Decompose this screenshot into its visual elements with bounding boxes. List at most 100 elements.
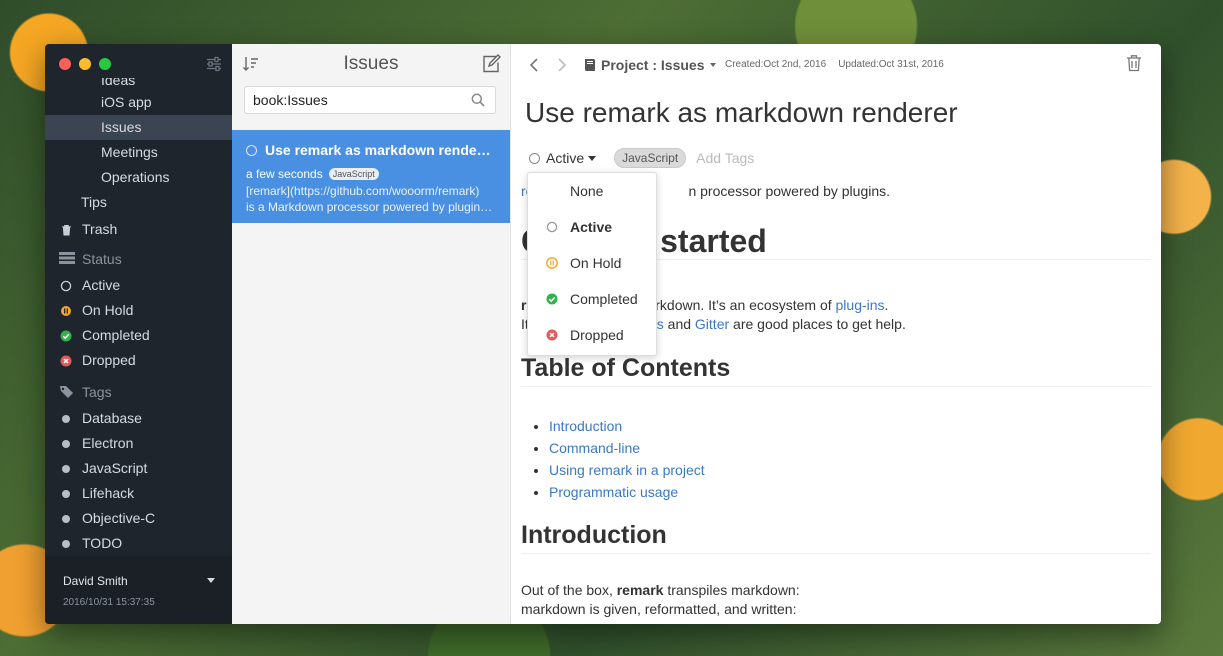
tag-label: Electron xyxy=(82,435,134,451)
tags-section-header: Tags xyxy=(45,377,232,406)
sidebar-item-label: Ideas xyxy=(101,78,136,88)
status-option-completed[interactable]: Completed xyxy=(528,281,656,317)
option-label: Active xyxy=(570,219,613,235)
close-window-button[interactable] xyxy=(59,58,71,70)
status-option-dropped[interactable]: Dropped xyxy=(528,317,656,353)
zoom-window-button[interactable] xyxy=(99,58,111,70)
status-active-icon xyxy=(59,279,73,293)
sidebar-item-meetings[interactable]: Meetings xyxy=(45,140,232,165)
chevron-down-icon[interactable] xyxy=(207,578,215,583)
toc-link-command-line[interactable]: Command-line xyxy=(549,440,640,456)
search-icon[interactable] xyxy=(471,93,485,107)
option-label: Completed xyxy=(570,291,638,307)
sidebar-item-label: Operations xyxy=(101,169,170,185)
sidebar-item-ios-app[interactable]: iOS app xyxy=(45,90,232,115)
breadcrumb-label: Project : Issues xyxy=(601,57,705,73)
delete-icon[interactable] xyxy=(1126,54,1142,72)
sidebar-tag-javascript[interactable]: JavaScript xyxy=(45,456,232,481)
status-option-on-hold[interactable]: On Hold xyxy=(528,245,656,281)
paragraph-text: and xyxy=(663,316,695,332)
status-active-icon xyxy=(529,152,540,164)
note-preview-line: is a Markdown processor powered by plugi… xyxy=(246,200,493,214)
note-title: Use remark as markdown rende… xyxy=(246,142,496,158)
tag-dot-icon xyxy=(59,512,73,526)
sidebar-status-on-hold[interactable]: On Hold xyxy=(45,298,232,323)
toc-link-using-remark[interactable]: Using remark in a project xyxy=(549,462,705,478)
status-label: Completed xyxy=(82,327,150,343)
search-input[interactable] xyxy=(253,91,463,109)
sidebar-status-completed[interactable]: Completed xyxy=(45,323,232,348)
sidebar-scroll[interactable]: Ideas iOS app Issues Meetings Operations… xyxy=(45,78,232,556)
sidebar-tag-todo[interactable]: TODO xyxy=(45,531,232,556)
gitter-link[interactable]: Gitter xyxy=(695,316,729,332)
heading-table-of-contents: Table of Contents xyxy=(521,356,1151,387)
note-tag: JavaScript xyxy=(328,168,379,180)
issues-link[interactable]: s xyxy=(657,316,664,332)
tag-dot-icon xyxy=(59,462,73,476)
status-completed-icon xyxy=(546,293,558,305)
chevron-down-icon xyxy=(588,155,597,161)
status-row: Active JavaScript Add Tags xyxy=(529,148,754,168)
trash-icon xyxy=(59,223,73,237)
sidebar-item-trash[interactable]: Trash xyxy=(45,215,232,244)
sync-timestamp: 2016/10/31 15:37:35 xyxy=(63,597,155,608)
tag-label: Lifehack xyxy=(82,485,135,501)
sidebar-tag-objective-c[interactable]: Objective-C xyxy=(45,506,232,531)
status-dropdown-menu: None Active On Hold Completed Dropped xyxy=(527,172,657,356)
compose-icon[interactable] xyxy=(481,54,501,74)
sidebar-status-active[interactable]: Active xyxy=(45,273,232,298)
breadcrumb[interactable]: Project : Issues xyxy=(584,57,716,73)
status-option-active[interactable]: Active xyxy=(528,209,656,245)
back-icon[interactable] xyxy=(529,58,539,72)
status-label: Dropped xyxy=(82,352,136,368)
note-meta: a few seconds JavaScript xyxy=(246,167,379,181)
note-preview: [remark](https://github.com/wooorm/remar… xyxy=(246,183,498,215)
add-tags-input[interactable]: Add Tags xyxy=(696,150,754,166)
sidebar-tag-electron[interactable]: Electron xyxy=(45,431,232,456)
sidebar-item-operations[interactable]: Operations xyxy=(45,165,232,190)
paragraph: markdown is given, reformatted, and writ… xyxy=(521,601,797,617)
paragraph-text: Out of the box, xyxy=(521,582,617,598)
sidebar-tag-database[interactable]: Database xyxy=(45,406,232,431)
status-on-hold-icon xyxy=(59,304,73,318)
list-item[interactable]: Use remark as markdown rende… a few seco… xyxy=(232,130,510,223)
note-title[interactable]: Use remark as markdown renderer xyxy=(525,97,958,129)
updated-date: Updated:Oct 31st, 2016 xyxy=(838,59,944,70)
status-completed-icon xyxy=(59,329,73,343)
heading-text: started xyxy=(660,223,767,259)
search-box xyxy=(244,86,496,114)
paragraph-text: r xyxy=(521,297,527,313)
plug-ins-link[interactable]: plug-ins xyxy=(836,297,885,313)
sidebar-item-label: iOS app xyxy=(101,94,152,110)
sidebar-item-tips[interactable]: Tips xyxy=(45,190,232,215)
forward-icon[interactable] xyxy=(557,58,567,72)
book-icon xyxy=(585,59,595,71)
status-dropdown-button[interactable]: Active xyxy=(529,150,597,166)
toc-item: Using remark in a project xyxy=(549,459,705,481)
sidebar-item-issues[interactable]: Issues xyxy=(45,115,232,140)
sidebar-item-label: Trash xyxy=(82,221,118,237)
sliders-icon[interactable] xyxy=(206,56,222,72)
status-option-none[interactable]: None xyxy=(528,173,656,209)
sidebar-status-dropped[interactable]: Dropped xyxy=(45,348,232,373)
paragraph-text: . xyxy=(884,297,889,313)
tag-chip[interactable]: JavaScript xyxy=(614,148,687,168)
paragraph-text: are good places to get help. xyxy=(729,316,906,332)
note-list: Issues Use remark as markdown rende… a f… xyxy=(232,44,511,624)
tag-label: Database xyxy=(82,410,142,426)
toc-link-introduction[interactable]: Introduction xyxy=(549,418,622,434)
paragraph-text: n processor powered by plugins. xyxy=(688,183,891,199)
toc-item: Programmatic usage xyxy=(549,481,705,503)
status-section-header: Status xyxy=(45,244,232,273)
tags-icon xyxy=(59,385,75,399)
account-footer[interactable]: David Smith 2016/10/31 15:37:35 xyxy=(45,556,232,624)
toc-link-programmatic-usage[interactable]: Programmatic usage xyxy=(549,484,678,500)
tags-header-label: Tags xyxy=(82,383,112,400)
sidebar-tag-lifehack[interactable]: Lifehack xyxy=(45,481,232,506)
minimize-window-button[interactable] xyxy=(79,58,91,70)
note-editor: Project : Issues Created:Oct 2nd, 2016 Up… xyxy=(511,44,1161,624)
toc-item: Command-line xyxy=(549,437,705,459)
paragraph-text: arkdown. It’s an ecosystem of xyxy=(647,297,836,313)
sidebar-item-ideas[interactable]: Ideas xyxy=(45,78,232,90)
status-active-icon xyxy=(246,144,257,156)
